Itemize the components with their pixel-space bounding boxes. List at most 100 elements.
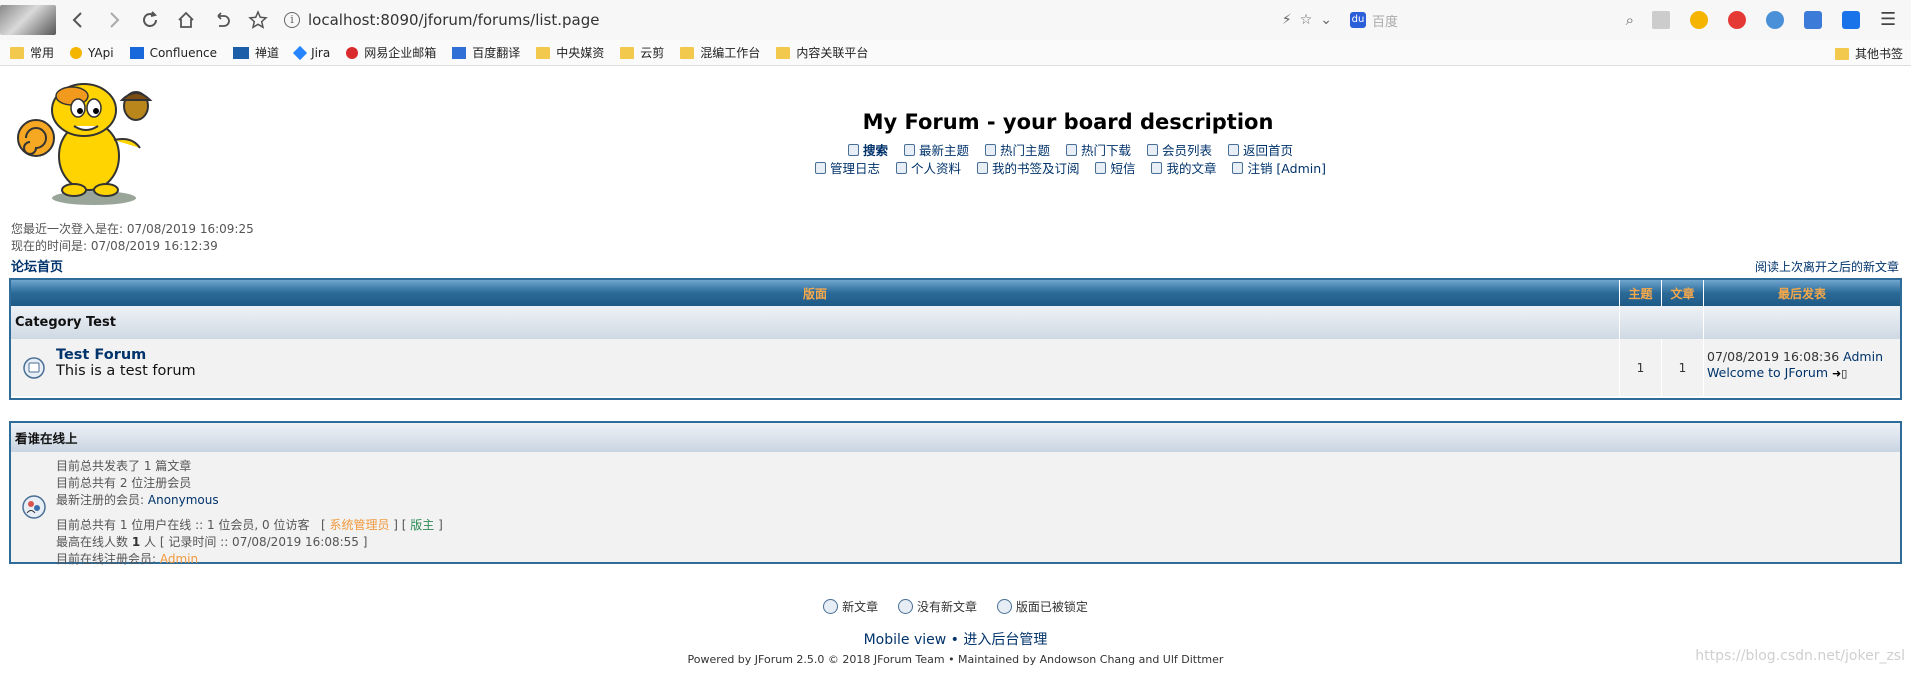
- my-posts-icon: [1151, 161, 1163, 174]
- recent-topics-icon: [903, 143, 915, 156]
- max-online-suffix: 人 [ 记录时间 :: 07/08/2019 16:08:55 ]: [144, 535, 368, 549]
- bookmark-item[interactable]: 常用: [10, 44, 54, 61]
- site-info-icon[interactable]: i: [284, 12, 300, 28]
- bookmark-item[interactable]: Confluence: [129, 46, 217, 60]
- moderator-legend: 版主: [410, 518, 435, 532]
- menu-my-posts[interactable]: 我的文章: [1151, 158, 1216, 177]
- flash-icon[interactable]: ⚡: [1282, 12, 1292, 28]
- topics-count: 1: [1620, 339, 1662, 396]
- legend-new-posts: 新文章: [823, 598, 878, 615]
- favorite-icon[interactable]: ☆: [1300, 12, 1313, 28]
- online-now-text: 目前总共有 1 位用户在线 :: 1 位会员, 0 位访客: [56, 518, 310, 532]
- address-bar[interactable]: i localhost:8090/jforum/forums/list.page…: [284, 5, 1332, 35]
- url-text[interactable]: localhost:8090/jforum/forums/list.page: [308, 11, 599, 29]
- bookmark-item[interactable]: 混编工作台: [680, 44, 760, 61]
- menu-logout[interactable]: 注销 [Admin]: [1232, 158, 1326, 177]
- online-title: 看谁在线上: [11, 423, 1900, 452]
- abp-ext-icon[interactable]: [1728, 11, 1746, 29]
- search-icon[interactable]: ⌕: [1626, 11, 1634, 29]
- forward-icon[interactable]: [100, 6, 128, 34]
- profile-avatar[interactable]: [0, 5, 56, 35]
- watermark: https://blog.csdn.net/joker_zsl: [1695, 648, 1905, 664]
- reading-list-icon[interactable]: [1652, 11, 1670, 29]
- logout-icon: [1232, 161, 1244, 174]
- visit-info: 您最近一次登入是在: 07/08/2019 16:09:25 现在的时间是: 0…: [11, 221, 254, 255]
- main-menu: 搜索 最新主题 热门主题 热门下载 会员列表 返回首页: [0, 140, 1911, 159]
- bookmark-star-icon[interactable]: [244, 6, 272, 34]
- header-posts: 文章: [1662, 280, 1704, 306]
- menu-icon[interactable]: ☰: [1880, 11, 1898, 29]
- folder-icon: [680, 46, 695, 59]
- menu-private-messages[interactable]: 短信: [1095, 158, 1135, 177]
- footer-links: Mobile view • 进入后台管理: [863, 632, 1048, 648]
- search-input[interactable]: 百度: [1372, 11, 1626, 30]
- baidu-translate-icon: [452, 46, 467, 59]
- bookmarks-icon: [976, 161, 988, 174]
- powered-by: Powered by JForum 2.5.0 © 2018 JForum Te…: [687, 653, 1224, 666]
- breadcrumb[interactable]: 论坛首页: [11, 256, 63, 275]
- last-post-title-link[interactable]: Welcome to JForum: [1707, 365, 1828, 380]
- bookmark-item[interactable]: 网易企业邮箱: [346, 44, 436, 61]
- menu-hot-topics[interactable]: 热门主题: [984, 140, 1050, 159]
- search-box[interactable]: du 百度 ⌕: [1344, 6, 1634, 34]
- header-forum: 版面: [11, 280, 1620, 306]
- newest-user-label: 最新注册的会员:: [56, 493, 145, 507]
- folder-icon: [776, 46, 791, 59]
- members-icon: [1146, 143, 1158, 156]
- registered-online-label: 目前在线注册会员:: [56, 552, 157, 566]
- online-user-link[interactable]: Admin: [160, 552, 198, 566]
- current-time-text: 现在的时间是: 07/08/2019 16:12:39: [11, 239, 218, 253]
- bookmark-item[interactable]: 内容关联平台: [776, 44, 868, 61]
- goto-last-post-icon[interactable]: ➜▯: [1832, 367, 1847, 380]
- translate2-ext-icon[interactable]: [1842, 11, 1860, 29]
- no-new-posts-icon: [897, 599, 913, 614]
- menu-bookmarks[interactable]: 我的书签及订阅: [976, 158, 1079, 177]
- back-icon[interactable]: [64, 6, 92, 34]
- home-icon[interactable]: [172, 6, 200, 34]
- max-online-prefix: 最高在线人数: [56, 535, 129, 549]
- last-login-text: 您最近一次登入是在: 07/08/2019 16:09:25: [11, 222, 254, 236]
- forum-name-link[interactable]: Test Forum: [56, 347, 1619, 363]
- forum-description: This is a test forum: [56, 363, 196, 379]
- menu-recent-topics[interactable]: 最新主题: [903, 140, 969, 159]
- hot-topics-icon: [984, 143, 996, 156]
- menu-profile[interactable]: 个人资料: [895, 158, 961, 177]
- bookmark-item[interactable]: 禅道: [233, 44, 279, 61]
- feather-ext-icon[interactable]: [1766, 11, 1784, 29]
- newest-user-link[interactable]: Anonymous: [148, 493, 219, 507]
- yapi-ext-icon[interactable]: [1690, 11, 1708, 29]
- menu-admin-log[interactable]: 管理日志: [814, 158, 880, 177]
- netease-mail-icon: [346, 46, 359, 59]
- mobile-view-link[interactable]: Mobile view: [864, 632, 947, 648]
- translate-ext-icon[interactable]: [1804, 11, 1822, 29]
- confluence-icon: [129, 46, 144, 59]
- last-post-user-link[interactable]: Admin: [1843, 349, 1883, 364]
- reload-icon[interactable]: [136, 6, 164, 34]
- menu-hot-downloads[interactable]: 热门下载: [1065, 140, 1131, 159]
- admin-panel-link[interactable]: 进入后台管理: [963, 632, 1047, 648]
- bookmark-item[interactable]: YApi: [70, 46, 114, 60]
- total-posts-text: 目前总共发表了 1 篇文章: [56, 459, 192, 473]
- bookmark-item[interactable]: Jira: [292, 45, 330, 60]
- bookmark-item[interactable]: 中央媒资: [536, 44, 604, 61]
- yapi-icon: [70, 46, 83, 59]
- chevron-down-icon[interactable]: ⌄: [1320, 12, 1332, 28]
- other-bookmarks[interactable]: 其他书签: [1834, 45, 1903, 62]
- extensions: ☰: [1642, 11, 1908, 29]
- undo-icon[interactable]: [208, 6, 236, 34]
- forum-info: Test Forum This is a test forum: [56, 339, 1620, 396]
- home-icon: [1227, 143, 1239, 156]
- menu-member-list[interactable]: 会员列表: [1146, 140, 1212, 159]
- bookmark-item[interactable]: 百度翻译: [452, 44, 520, 61]
- menu-home[interactable]: 返回首页: [1227, 140, 1293, 159]
- zentao-icon: [233, 46, 250, 59]
- bookmark-item[interactable]: 云剪: [620, 44, 664, 61]
- log-icon: [814, 161, 826, 174]
- max-online-count: 1: [131, 535, 141, 549]
- table-header: 版面 主题 文章 最后发表: [11, 280, 1900, 306]
- last-post-time: 07/08/2019 16:08:36: [1707, 349, 1840, 364]
- category-name[interactable]: Category Test: [11, 306, 1620, 339]
- menu-search[interactable]: 搜索: [847, 140, 888, 159]
- new-posts-link[interactable]: 阅读上次离开之后的新文章: [1755, 258, 1899, 275]
- folder-icon: [10, 46, 24, 59]
